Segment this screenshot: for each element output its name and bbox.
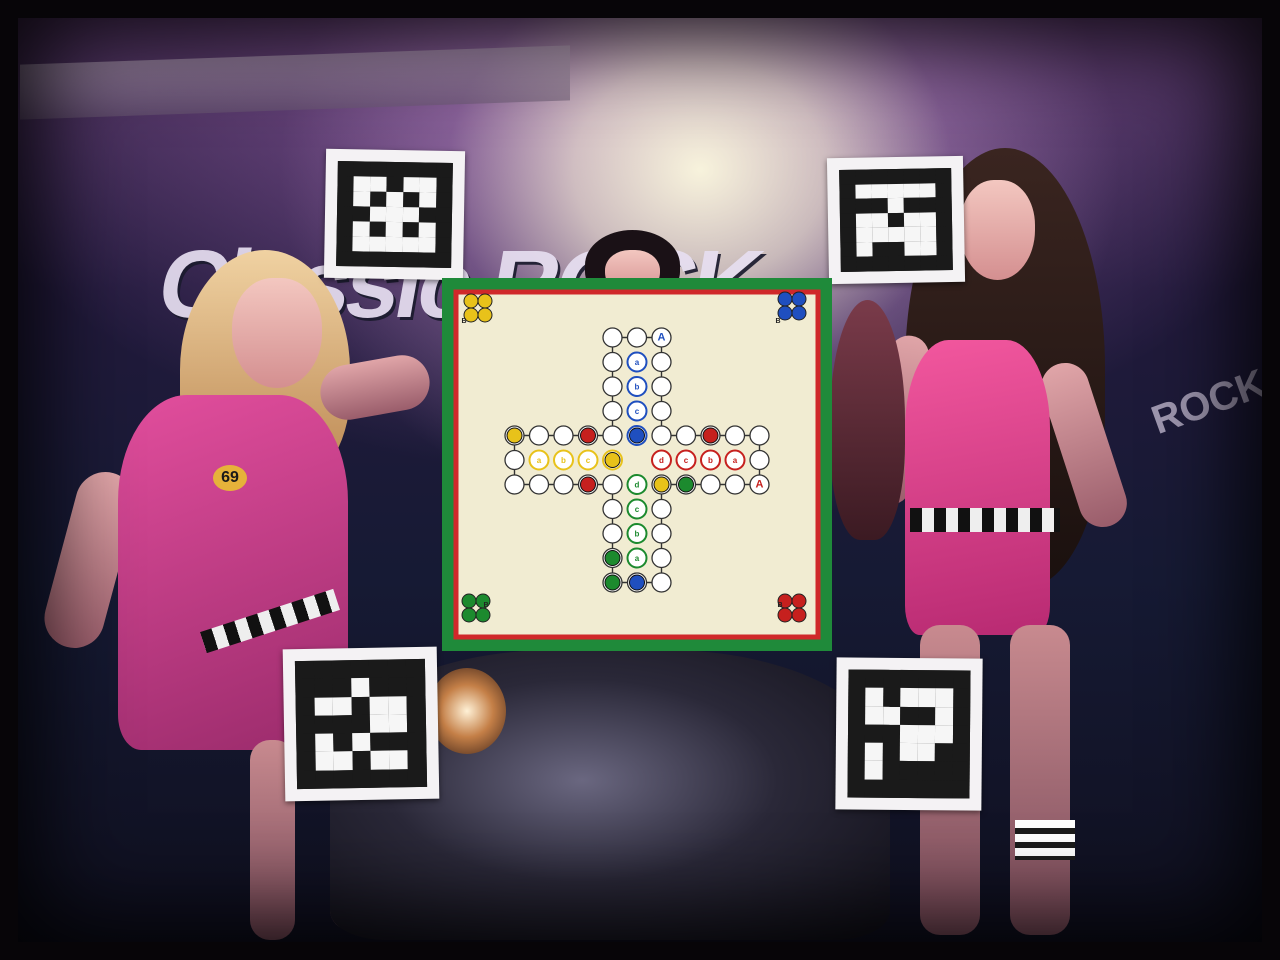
start-letter-blue: A — [658, 332, 666, 344]
track-field — [700, 474, 721, 495]
home-label-red: B — [777, 602, 782, 609]
motorcycle-headlight — [428, 668, 506, 754]
finish-letter-red: c — [684, 456, 689, 465]
home-token-yellow — [463, 293, 479, 309]
finish-letter-blue: c — [635, 407, 640, 416]
game-token — [506, 427, 523, 444]
home-token-blue — [791, 305, 807, 321]
photo-scene: Classic ROCK ROCK 69 — [0, 0, 1280, 960]
finish-letter-yellow: c — [586, 456, 591, 465]
finish-letter-yellow: b — [561, 456, 566, 465]
track-field — [602, 474, 623, 495]
track-field — [651, 547, 672, 569]
track-field — [651, 425, 672, 446]
home-token-yellow — [477, 307, 493, 323]
track-field — [724, 474, 746, 495]
finish-letter-red: d — [659, 456, 664, 465]
track-field — [651, 523, 672, 544]
finish-letter-green: d — [635, 481, 640, 490]
track-field — [749, 425, 770, 446]
game-token — [629, 574, 645, 591]
home-label-yellow: B — [461, 318, 466, 325]
game-token — [604, 452, 621, 468]
home-token-blue — [777, 291, 793, 307]
track-field — [602, 523, 623, 544]
track-field — [749, 449, 770, 471]
track-field — [528, 425, 550, 446]
track-field — [724, 425, 746, 446]
track-field — [651, 498, 672, 520]
home-token-red — [791, 593, 807, 609]
game-token — [653, 476, 670, 493]
fiducial-marker-top-left — [323, 148, 466, 281]
game-token — [702, 427, 719, 444]
fiducial-marker-bottom-left — [282, 646, 440, 802]
finish-letter-blue: b — [635, 383, 640, 392]
game-token — [629, 427, 645, 444]
track-field — [675, 425, 697, 446]
board-svg: abcdabcdabcdabcdAABBBB — [442, 278, 832, 651]
game-token — [678, 476, 694, 493]
home-label-blue: B — [775, 318, 780, 325]
track-field — [528, 474, 550, 495]
track-field — [602, 376, 623, 397]
track-field — [553, 425, 574, 446]
track-field — [602, 327, 623, 348]
track-field — [651, 351, 672, 373]
finish-letter-red: b — [708, 456, 713, 465]
track-field — [553, 474, 574, 495]
track-field — [504, 474, 525, 495]
finish-letter-green: b — [635, 530, 640, 539]
home-token-blue — [791, 291, 807, 307]
track-field — [651, 400, 672, 422]
home-token-green — [475, 607, 491, 623]
track-field — [626, 327, 648, 348]
ceiling-beam — [20, 45, 570, 120]
finish-letter-blue: a — [635, 358, 640, 367]
background-logo-small: ROCK — [1145, 361, 1272, 443]
track-field — [651, 376, 672, 397]
racing-badge: 69 — [213, 465, 247, 491]
home-token-green — [461, 593, 477, 609]
track-field — [602, 498, 623, 520]
home-token-yellow — [477, 293, 493, 309]
track-field — [602, 425, 623, 446]
finish-letter-green: a — [635, 554, 640, 563]
home-label-green: B — [483, 602, 488, 609]
finish-letter-green: c — [635, 505, 640, 514]
game-token — [580, 427, 596, 444]
home-token-green — [461, 607, 477, 623]
game-token — [580, 476, 596, 493]
game-token — [604, 550, 621, 566]
home-token-red — [791, 607, 807, 623]
start-letter-red: A — [756, 479, 764, 491]
home-token-red — [777, 607, 793, 623]
track-field — [602, 351, 623, 373]
fiducial-marker-top-right — [826, 155, 966, 285]
fiducial-marker-bottom-right — [835, 657, 983, 811]
track-field — [602, 400, 623, 422]
game-board: abcdabcdabcdabcdAABBBB — [442, 278, 832, 651]
track-field — [504, 449, 525, 471]
track-field — [651, 572, 672, 593]
game-token — [604, 574, 621, 591]
finish-letter-red: a — [733, 456, 738, 465]
finish-letter-yellow: a — [537, 456, 542, 465]
